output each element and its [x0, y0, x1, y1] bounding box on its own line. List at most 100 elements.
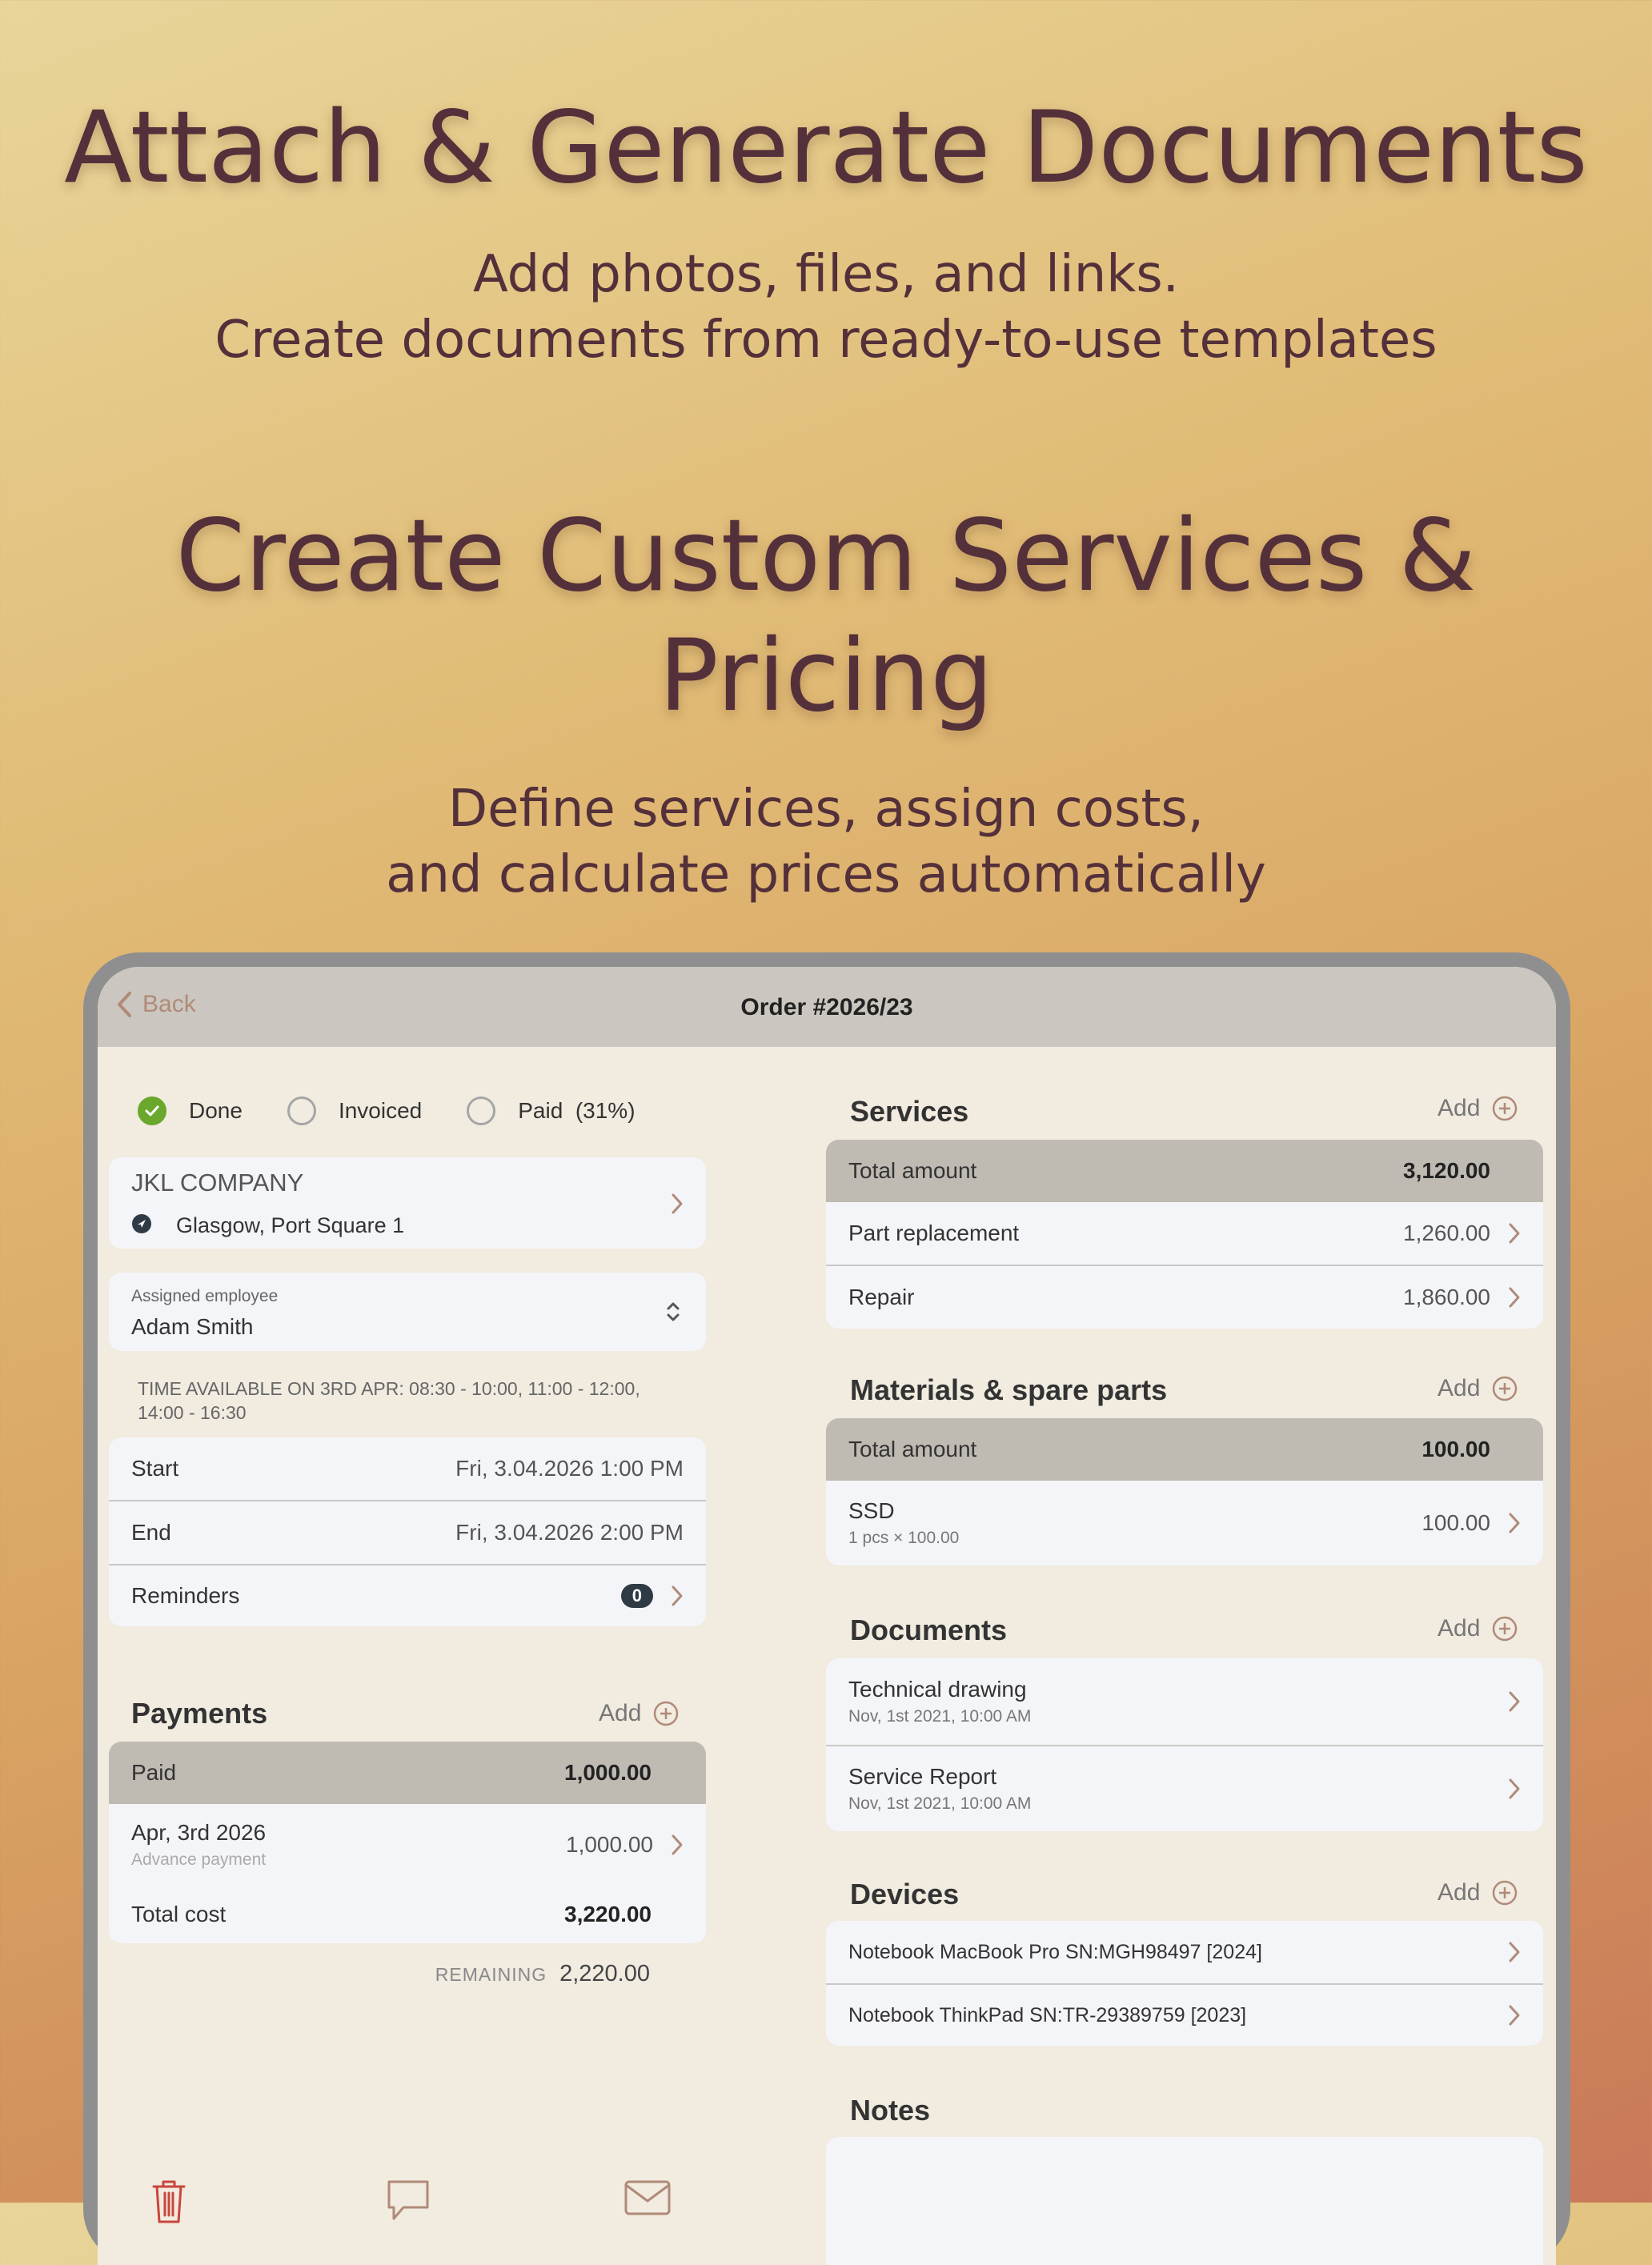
- chevron-right-icon: [1509, 1287, 1520, 1308]
- payments-add-label: Add: [599, 1700, 642, 1726]
- material-item-amount: 100.00: [1421, 1510, 1490, 1535]
- service-item-row[interactable]: Repair 1,860.00: [826, 1265, 1543, 1329]
- services-total-label: Total amount: [848, 1158, 977, 1183]
- availability-note: TIME AVAILABLE ON 3RD APR: 08:30 - 10:00…: [138, 1378, 640, 1423]
- materials-add-label: Add: [1437, 1375, 1481, 1401]
- chevron-right-icon: [1509, 2005, 1520, 2026]
- payment-entry-value: 1,000.00: [566, 1832, 684, 1858]
- reminders-label: Reminders: [131, 1583, 240, 1608]
- services-title: Services: [850, 1095, 969, 1128]
- hero-subtitle-attach-line2: Create documents from ready-to-use templ…: [215, 311, 1437, 370]
- materials-title: Materials & spare parts: [850, 1373, 1168, 1406]
- materials-total-label: Total amount: [848, 1437, 977, 1461]
- status-row: Done Invoiced Paid (31%): [138, 1096, 680, 1125]
- status-invoiced[interactable]: Invoiced: [287, 1096, 422, 1125]
- chevron-right-icon: [1509, 1942, 1520, 1962]
- materials-total-value: 100.00: [1421, 1437, 1490, 1461]
- documents-title: Documents: [850, 1614, 1008, 1646]
- payment-entry-date: Apr, 3rd 2026: [131, 1820, 267, 1845]
- documents-card: Technical drawing Nov, 1st 2021, 10:00 A…: [826, 1658, 1543, 1831]
- chat-bubble-icon[interactable]: [384, 2177, 432, 2223]
- services-total-row: Total amount 3,120.00: [826, 1140, 1543, 1202]
- status-paid-label: Paid (31%): [518, 1098, 636, 1123]
- services-add-button[interactable]: Add: [1437, 1095, 1518, 1122]
- devices-card: Notebook MacBook Pro SN:MGH98497 [2024] …: [826, 1921, 1543, 2046]
- materials-add-button[interactable]: Add: [1437, 1375, 1518, 1402]
- service-item-name: Part replacement: [848, 1221, 1020, 1245]
- trash-icon[interactable]: [149, 2177, 189, 2225]
- employee-label: Assigned employee: [131, 1287, 279, 1305]
- end-row[interactable]: End Fri, 3.04.2026 2:00 PM: [109, 1500, 706, 1564]
- notes-field[interactable]: [826, 2137, 1543, 2265]
- paid-value: 1,000.00: [564, 1760, 652, 1785]
- documents-add-button[interactable]: Add: [1437, 1615, 1518, 1642]
- location-arrow-icon: [132, 1214, 151, 1233]
- document-item-date: Nov, 1st 2021, 10:00 AM: [848, 1794, 1032, 1813]
- devices-add-label: Add: [1437, 1879, 1481, 1906]
- reminders-count-badge: 0: [620, 1584, 653, 1608]
- services-card: Total amount 3,120.00 Part replacement 1…: [826, 1140, 1543, 1329]
- services-total-value: 3,120.00: [1403, 1158, 1490, 1183]
- remaining-value: 2,220.00: [559, 1961, 650, 1986]
- hero-subtitle-attach-line1: Add photos, files, and links.: [473, 245, 1179, 304]
- reminders-row[interactable]: Reminders 0: [109, 1564, 706, 1626]
- order-title: Order #2026/23: [740, 994, 913, 1020]
- device-item-name: Notebook ThinkPad SN:TR-29389759 [2023]: [848, 2003, 1247, 2026]
- remaining-row: REMAINING 2,220.00: [418, 1961, 650, 1987]
- status-paid[interactable]: Paid (31%): [467, 1096, 636, 1125]
- service-item-value: 1,860.00: [1403, 1285, 1521, 1310]
- status-done[interactable]: Done: [138, 1096, 243, 1125]
- updown-chevron-icon: [667, 1302, 680, 1321]
- employee-picker[interactable]: Assigned employee Adam Smith: [109, 1273, 706, 1351]
- document-item-row[interactable]: Service Report Nov, 1st 2021, 10:00 AM: [826, 1745, 1543, 1831]
- hero-title-services-line1: Create Custom Services &: [175, 499, 1477, 614]
- status-invoiced-label: Invoiced: [338, 1098, 423, 1123]
- start-row[interactable]: Start Fri, 3.04.2026 1:00 PM: [109, 1437, 706, 1500]
- material-item-value: 100.00: [1421, 1510, 1521, 1536]
- payments-title: Payments: [131, 1697, 268, 1730]
- materials-total-row: Total amount 100.00: [826, 1418, 1543, 1481]
- plus-circle-icon: [1493, 1096, 1518, 1121]
- nav-bar: Back Order #2026/23: [98, 967, 1556, 1047]
- chevron-right-icon: [1509, 1778, 1520, 1799]
- total-cost-label: Total cost: [131, 1902, 227, 1926]
- customer-card[interactable]: JKL COMPANY Glasgow, Port Square 1: [109, 1157, 706, 1249]
- material-item-name: SSD: [848, 1498, 895, 1523]
- device-item-row[interactable]: Notebook MacBook Pro SN:MGH98497 [2024]: [826, 1921, 1543, 1983]
- customer-name: JKL COMPANY: [131, 1169, 304, 1197]
- chevron-right-icon: [1509, 1691, 1520, 1712]
- chevron-right-icon: [672, 1586, 683, 1606]
- total-cost-value: 3,220.00: [564, 1902, 652, 1926]
- paid-total-row: Paid 1,000.00: [109, 1742, 706, 1804]
- service-item-name: Repair: [848, 1285, 915, 1309]
- employee-name: Adam Smith: [131, 1314, 254, 1339]
- service-item-amount: 1,860.00: [1403, 1285, 1490, 1309]
- hero-subtitle-services-line1: Define services, assign costs,: [447, 780, 1205, 839]
- payment-entry-row[interactable]: Apr, 3rd 2026 Advance payment 1,000.00: [109, 1804, 706, 1886]
- document-item-name: Service Report: [848, 1764, 997, 1789]
- notes-title: Notes: [850, 2094, 931, 2127]
- hero-subtitle-services: Define services, assign costs, and calcu…: [0, 776, 1652, 908]
- devices-add-button[interactable]: Add: [1437, 1879, 1518, 1906]
- chevron-right-icon: [1509, 1513, 1520, 1533]
- document-item-row[interactable]: Technical drawing Nov, 1st 2021, 10:00 A…: [826, 1658, 1543, 1745]
- plus-circle-icon: [1493, 1616, 1518, 1642]
- plus-circle-icon: [654, 1701, 679, 1726]
- service-item-row[interactable]: Part replacement 1,260.00: [826, 1202, 1543, 1265]
- chevron-right-icon: [1509, 1223, 1520, 1244]
- device-item-row[interactable]: Notebook ThinkPad SN:TR-29389759 [2023]: [826, 1983, 1543, 2046]
- hero-title-attach: Attach & Generate Documents: [64, 90, 1588, 206]
- document-item-date: Nov, 1st 2021, 10:00 AM: [848, 1707, 1032, 1726]
- mail-icon[interactable]: [623, 2177, 672, 2219]
- start-label: Start: [131, 1456, 179, 1481]
- payments-add-button[interactable]: Add: [599, 1700, 680, 1727]
- material-item-row[interactable]: SSD 1 pcs × 100.00 100.00: [826, 1481, 1543, 1565]
- schedule-card: Start Fri, 3.04.2026 1:00 PM End Fri, 3.…: [109, 1437, 706, 1626]
- start-value: Fri, 3.04.2026 1:00 PM: [455, 1456, 684, 1481]
- status-done-label: Done: [189, 1098, 243, 1123]
- plus-circle-icon: [1493, 1880, 1518, 1906]
- chevron-right-icon: [672, 1193, 683, 1214]
- end-label: End: [131, 1520, 171, 1545]
- documents-add-label: Add: [1437, 1615, 1481, 1642]
- hero-title-services: Create Custom Services & Pricing: [0, 496, 1652, 736]
